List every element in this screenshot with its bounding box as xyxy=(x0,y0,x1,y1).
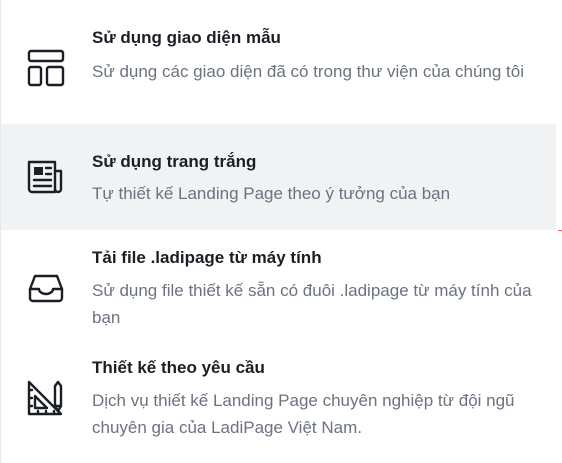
menu-item-blank-page[interactable]: Sử dụng trang trắng Tự thiết kế Landing … xyxy=(1,124,557,230)
background-accent-line xyxy=(558,230,562,231)
menu-right-edge xyxy=(556,0,562,463)
menu-item-upload-file[interactable]: Tải file .ladipage từ máy tính Sử dụng f… xyxy=(1,230,557,348)
menu-item-title: Sử dụng trang trắng xyxy=(92,152,257,171)
menu-item-description: Dịch vụ thiết kế Landing Page chuyên ngh… xyxy=(92,391,515,437)
menu-item-description: Sử dụng file thiết kế sẵn có đuôi .ladip… xyxy=(92,281,532,327)
menu-item-title: Thiết kế theo yêu cầu xyxy=(92,358,265,377)
newspaper-icon xyxy=(26,157,66,197)
menu-item-custom-design[interactable]: Thiết kế theo yêu cầu Dịch vụ thiết kế L… xyxy=(1,348,557,463)
layout-template-icon xyxy=(26,48,66,88)
menu-item-description: Sử dụng các giao diện đã có trong thư vi… xyxy=(92,62,524,81)
menu-item-use-template[interactable]: Sử dụng giao diện mẫu Sử dụng các giao d… xyxy=(1,0,557,124)
menu-item-title: Tải file .ladipage từ máy tính xyxy=(92,248,322,267)
menu-item-title: Sử dụng giao diện mẫu xyxy=(92,28,281,47)
create-page-menu: Sử dụng giao diện mẫu Sử dụng các giao d… xyxy=(0,0,562,463)
menu-item-description: Tự thiết kế Landing Page theo ý tưởng củ… xyxy=(92,184,451,203)
inbox-tray-icon xyxy=(26,267,66,307)
set-square-pencil-icon xyxy=(26,378,66,418)
